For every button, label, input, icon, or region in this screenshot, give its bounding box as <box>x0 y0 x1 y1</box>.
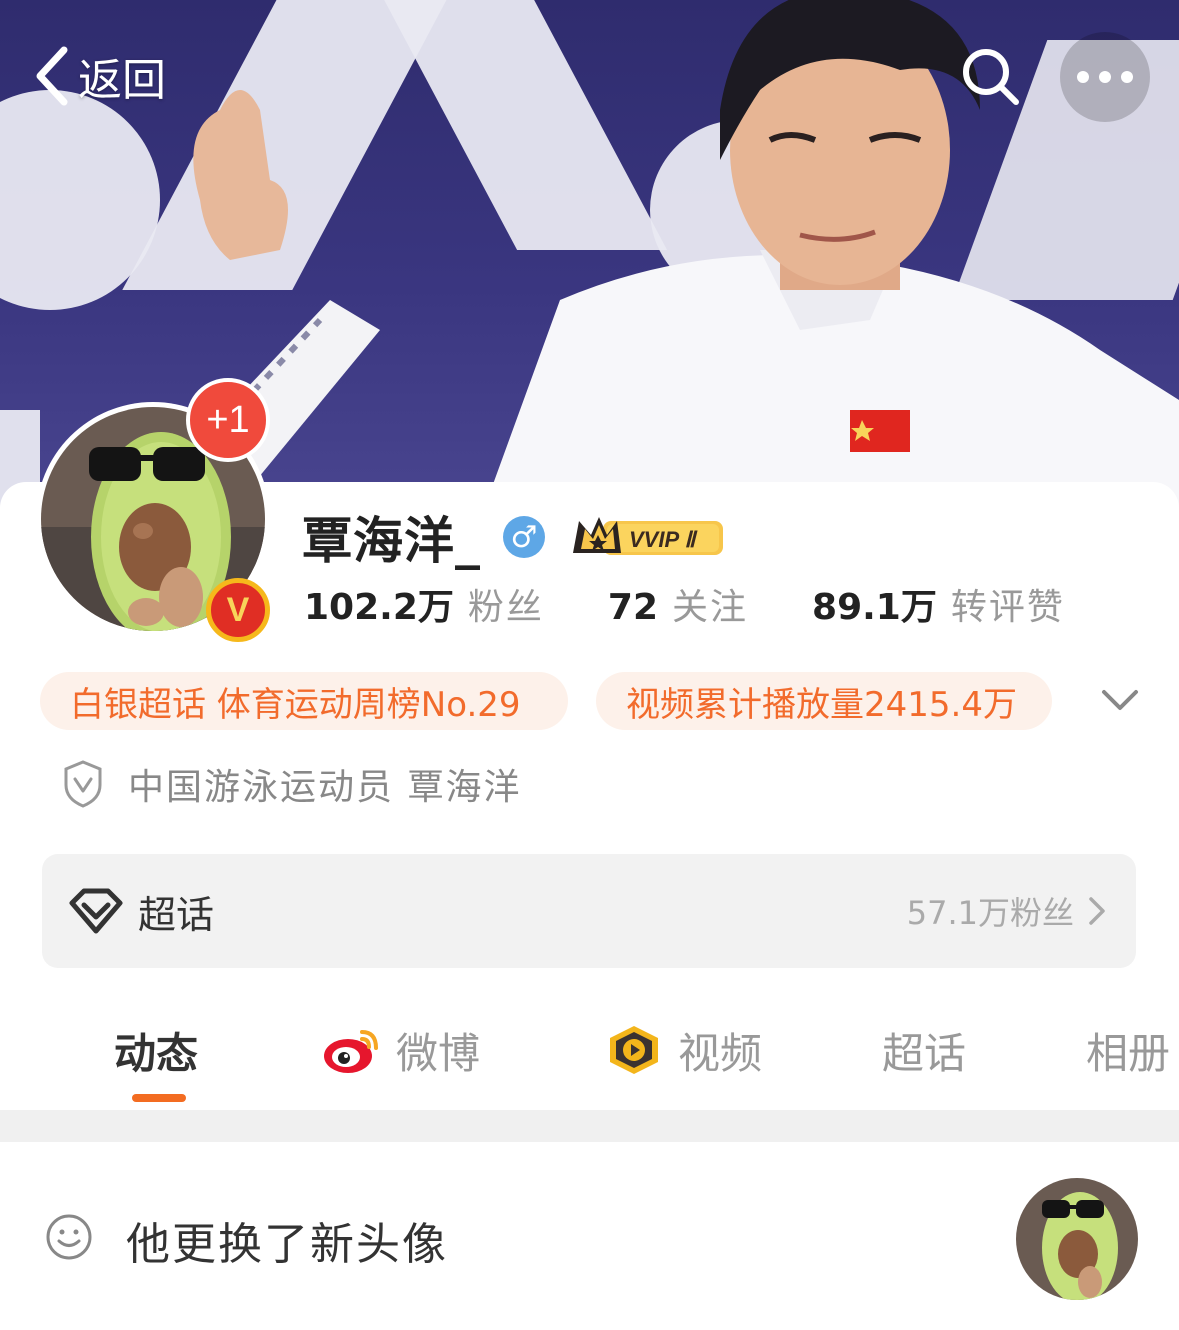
tab-album[interactable]: 相册 <box>1086 1020 1170 1080</box>
tab-label: 动态 <box>114 1028 199 1078</box>
avocado-avatar-image <box>1016 1178 1138 1300</box>
section-divider <box>0 1110 1179 1142</box>
stat-following[interactable]: 72 关注 <box>608 578 748 630</box>
tab-label: 超话 <box>882 1028 967 1078</box>
verified-badge: V <box>206 578 270 642</box>
name-row: 覃海洋_ ♂ VVIP Ⅱ <box>302 505 729 570</box>
diamond-icon <box>69 888 123 934</box>
stat-value: 72 <box>607 587 658 628</box>
update-count-badge: +1 <box>186 378 270 462</box>
stat-value: 102.2万 <box>304 587 454 628</box>
stat-label: 转评赞 <box>950 587 1065 628</box>
user-name: 覃海洋_ <box>302 512 481 570</box>
stat-fans[interactable]: 102.2万 粉丝 <box>304 578 544 630</box>
supertopic-title: 超话 <box>138 892 215 937</box>
male-gender-icon: ♂ <box>503 516 545 558</box>
vip-label: VVIP Ⅱ <box>629 527 698 552</box>
supertopic-entry[interactable]: 超话 57.1万粉丝 <box>42 854 1136 968</box>
smile-icon <box>46 1214 92 1260</box>
stat-label: 关注 <box>672 587 749 628</box>
more-dot <box>1077 71 1089 83</box>
profile-stats: 102.2万 粉丝 72 关注 89.1万 转评赞 <box>304 578 1129 630</box>
more-dot <box>1121 71 1133 83</box>
vvip-badge[interactable]: VVIP Ⅱ <box>569 513 729 561</box>
video-views-tag[interactable]: 视频累计播放量2415.4万 <box>596 672 1052 730</box>
tab-label: 相册 <box>1086 1028 1171 1078</box>
tab-supertopic[interactable]: 超话 <box>882 1020 966 1080</box>
active-tab-indicator <box>132 1094 186 1102</box>
stat-value: 89.1万 <box>812 587 937 628</box>
chevron-left-icon <box>36 46 68 106</box>
shield-icon <box>64 760 102 808</box>
tab-label: 视频 <box>678 1028 763 1078</box>
verification-info: 中国游泳运动员 覃海洋 <box>62 758 521 810</box>
new-avatar-thumbnail[interactable] <box>1016 1178 1138 1300</box>
search-icon[interactable] <box>958 44 1022 108</box>
more-button[interactable] <box>1060 32 1150 122</box>
more-dot <box>1099 71 1111 83</box>
chevron-down-icon[interactable] <box>1100 684 1140 718</box>
tab-video[interactable]: 视频 <box>604 1020 762 1080</box>
profile-tabs: 动态 微博 视频 超话 相册 <box>0 1000 1179 1110</box>
video-icon <box>610 1026 658 1074</box>
stat-label: 粉丝 <box>467 587 544 628</box>
weibo-icon <box>324 1030 378 1073</box>
chevron-right-icon <box>1089 897 1105 925</box>
feed-text: 他更换了新头像 <box>126 1219 448 1270</box>
stat-reposts-comments-likes[interactable]: 89.1万 转评赞 <box>812 578 1065 630</box>
tab-dynamic[interactable]: 动态 <box>114 1020 198 1080</box>
verification-text: 中国游泳运动员 覃海洋 <box>128 767 522 808</box>
tab-weibo[interactable]: 微博 <box>322 1020 480 1080</box>
back-label: 返回 <box>78 55 166 106</box>
supertopic-rank-tag[interactable]: 白银超话 体育运动周榜No.29 <box>40 672 568 730</box>
back-button[interactable]: 返回 <box>30 44 166 108</box>
feed-item[interactable]: 他更换了新头像 <box>0 1142 1179 1330</box>
supertopic-fans: 57.1万粉丝 <box>906 894 1074 932</box>
tab-label: 微博 <box>396 1028 481 1078</box>
